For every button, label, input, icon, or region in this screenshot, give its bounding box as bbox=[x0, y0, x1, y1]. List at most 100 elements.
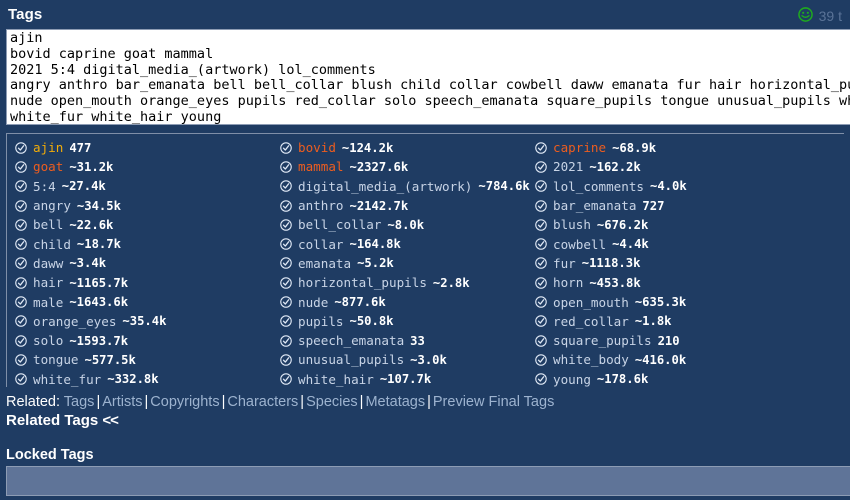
checkmark-circle-icon[interactable] bbox=[535, 257, 547, 270]
tag-row[interactable]: solo ~1593.7k bbox=[15, 331, 272, 350]
tag-name[interactable]: collar bbox=[298, 237, 344, 252]
tag-row[interactable]: blush ~676.2k bbox=[535, 215, 844, 234]
tag-name[interactable]: blush bbox=[553, 217, 591, 232]
tag-name[interactable]: bovid bbox=[298, 140, 336, 155]
checkmark-circle-icon[interactable] bbox=[15, 354, 27, 366]
checkmark-circle-icon[interactable] bbox=[280, 315, 292, 328]
checkmark-circle-icon[interactable] bbox=[280, 161, 292, 173]
checkmark-circle-icon[interactable] bbox=[15, 180, 27, 193]
tag-name[interactable]: lol_comments bbox=[553, 179, 644, 194]
checkmark-circle-icon[interactable] bbox=[535, 354, 547, 366]
tag-name[interactable]: bell bbox=[33, 217, 63, 232]
tag-row[interactable]: daww ~3.4k bbox=[15, 254, 272, 273]
checkmark-circle-icon[interactable] bbox=[280, 373, 292, 385]
tag-name[interactable]: 5:4 bbox=[33, 179, 56, 194]
tag-row[interactable]: lol_comments ~4.0k bbox=[535, 177, 844, 196]
tag-row[interactable]: square_pupils 210 bbox=[535, 331, 844, 350]
tag-name[interactable]: solo bbox=[33, 333, 63, 348]
tag-row[interactable]: speech_emanata 33 bbox=[280, 331, 527, 350]
tags-textarea[interactable]: ajin bovid caprine goat mammal 2021 5:4 … bbox=[6, 29, 850, 125]
tag-row[interactable]: mammal ~2327.6k bbox=[280, 157, 527, 176]
tag-name[interactable]: nude bbox=[298, 295, 328, 310]
tag-row[interactable]: open_mouth ~635.3k bbox=[535, 292, 844, 311]
tag-row[interactable]: orange_eyes ~35.4k bbox=[15, 312, 272, 331]
tag-name[interactable]: caprine bbox=[553, 140, 606, 155]
tag-name[interactable]: speech_emanata bbox=[298, 333, 404, 348]
tag-row[interactable]: pupils ~50.8k bbox=[280, 312, 527, 331]
tag-name[interactable]: ajin bbox=[33, 140, 63, 155]
tag-name[interactable]: daww bbox=[33, 256, 63, 271]
tag-row[interactable]: cowbell ~4.4k bbox=[535, 234, 844, 253]
tag-row[interactable]: bell_collar ~8.0k bbox=[280, 215, 527, 234]
tag-row[interactable]: horizontal_pupils ~2.8k bbox=[280, 273, 527, 292]
tag-row[interactable]: emanata ~5.2k bbox=[280, 254, 527, 273]
checkmark-circle-icon[interactable] bbox=[280, 238, 292, 250]
tag-name[interactable]: horizontal_pupils bbox=[298, 275, 427, 290]
tag-name[interactable]: square_pupils bbox=[553, 333, 652, 348]
tag-name[interactable]: white_body bbox=[553, 352, 629, 367]
tag-row[interactable]: male ~1643.6k bbox=[15, 292, 272, 311]
tag-row[interactable]: collar ~164.8k bbox=[280, 234, 527, 253]
tag-row[interactable]: white_fur ~332.8k bbox=[15, 370, 272, 387]
related-link-artists[interactable]: Artists bbox=[102, 394, 142, 410]
checkmark-circle-icon[interactable] bbox=[535, 315, 547, 328]
tag-row[interactable]: ajin 477 bbox=[15, 138, 272, 157]
checkmark-circle-icon[interactable] bbox=[15, 161, 27, 173]
checkmark-circle-icon[interactable] bbox=[535, 180, 547, 193]
checkmark-circle-icon[interactable] bbox=[280, 296, 292, 308]
checkmark-circle-icon[interactable] bbox=[15, 219, 27, 231]
tag-name[interactable]: goat bbox=[33, 159, 63, 174]
checkmark-circle-icon[interactable] bbox=[280, 141, 292, 154]
tag-name[interactable]: horn bbox=[553, 275, 583, 290]
checkmark-circle-icon[interactable] bbox=[280, 334, 292, 347]
tag-name[interactable]: fur bbox=[553, 256, 576, 271]
tag-row[interactable]: angry ~34.5k bbox=[15, 196, 272, 215]
tag-name[interactable]: emanata bbox=[298, 256, 351, 271]
tag-name[interactable]: male bbox=[33, 295, 63, 310]
checkmark-circle-icon[interactable] bbox=[535, 161, 547, 173]
checkmark-circle-icon[interactable] bbox=[535, 373, 547, 385]
checkmark-circle-icon[interactable] bbox=[535, 296, 547, 308]
checkmark-circle-icon[interactable] bbox=[280, 257, 292, 270]
checkmark-circle-icon[interactable] bbox=[15, 257, 27, 270]
tag-name[interactable]: white_fur bbox=[33, 372, 101, 387]
checkmark-circle-icon[interactable] bbox=[535, 276, 547, 289]
tag-row[interactable]: white_body ~416.0k bbox=[535, 350, 844, 369]
checkmark-circle-icon[interactable] bbox=[15, 276, 27, 289]
checkmark-circle-icon[interactable] bbox=[535, 334, 547, 347]
related-link-species[interactable]: Species bbox=[306, 394, 358, 410]
tag-row[interactable]: hair ~1165.7k bbox=[15, 273, 272, 292]
tag-row[interactable]: white_hair ~107.7k bbox=[280, 370, 527, 387]
tag-name[interactable]: unusual_pupils bbox=[298, 352, 404, 367]
tag-row[interactable]: 5:4 ~27.4k bbox=[15, 177, 272, 196]
related-link-metatags[interactable]: Metatags bbox=[365, 394, 425, 410]
checkmark-circle-icon[interactable] bbox=[535, 238, 547, 250]
tag-row[interactable]: fur ~1118.3k bbox=[535, 254, 844, 273]
tag-name[interactable]: white_hair bbox=[298, 372, 374, 387]
checkmark-circle-icon[interactable] bbox=[280, 199, 292, 212]
tag-name[interactable]: bar_emanata bbox=[553, 198, 636, 213]
tag-row[interactable]: bell ~22.6k bbox=[15, 215, 272, 234]
tag-name[interactable]: angry bbox=[33, 198, 71, 213]
checkmark-circle-icon[interactable] bbox=[15, 199, 27, 212]
tag-name[interactable]: orange_eyes bbox=[33, 314, 116, 329]
tag-row[interactable]: caprine ~68.9k bbox=[535, 138, 844, 157]
tag-row[interactable]: young ~178.6k bbox=[535, 370, 844, 387]
tag-name[interactable]: pupils bbox=[298, 314, 344, 329]
checkmark-circle-icon[interactable] bbox=[15, 315, 27, 328]
tag-name[interactable]: cowbell bbox=[553, 237, 606, 252]
tag-row[interactable]: horn ~453.8k bbox=[535, 273, 844, 292]
tag-row[interactable]: bar_emanata 727 bbox=[535, 196, 844, 215]
checkmark-circle-icon[interactable] bbox=[535, 219, 547, 231]
related-link-copyrights[interactable]: Copyrights bbox=[150, 394, 219, 410]
tag-name[interactable]: young bbox=[553, 372, 591, 387]
related-tags-heading[interactable]: Related Tags << bbox=[6, 412, 119, 429]
tag-name[interactable]: red_collar bbox=[553, 314, 629, 329]
tag-name[interactable]: digital_media_(artwork) bbox=[298, 179, 472, 194]
tag-name[interactable]: tongue bbox=[33, 352, 79, 367]
tag-name[interactable]: hair bbox=[33, 275, 63, 290]
checkmark-circle-icon[interactable] bbox=[15, 334, 27, 347]
checkmark-circle-icon[interactable] bbox=[15, 141, 27, 154]
checkmark-circle-icon[interactable] bbox=[15, 238, 27, 250]
tags-textarea-value[interactable]: ajin bovid caprine goat mammal 2021 5:4 … bbox=[7, 30, 850, 124]
